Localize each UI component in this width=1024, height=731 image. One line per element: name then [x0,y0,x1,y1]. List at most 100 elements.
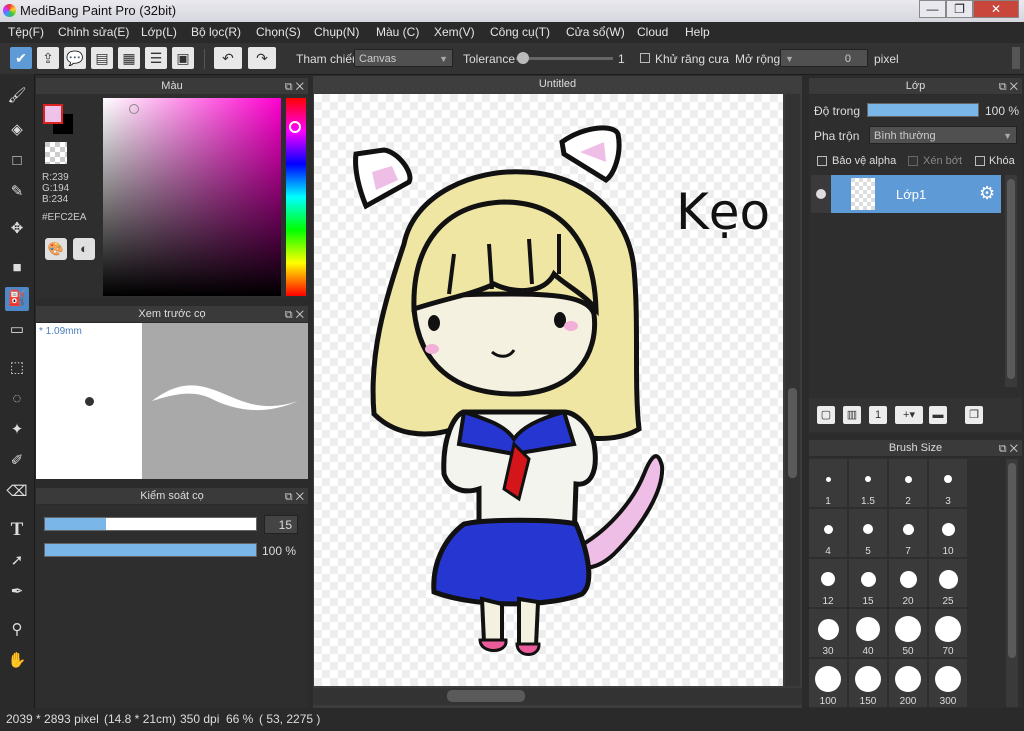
select-pen-tool-icon[interactable]: ✐ [5,449,29,473]
lock-checkbox[interactable] [975,156,985,166]
brush-size-preset[interactable]: 4 [809,509,847,557]
brush-size-preset[interactable]: 12 [809,559,847,607]
fill-rect-tool-icon[interactable]: ■ [5,256,29,280]
palette-add-icon[interactable]: ◐ [73,238,95,260]
menu-select[interactable]: Chọn(S) [256,25,301,39]
brush-size-scroll-thumb[interactable] [1008,463,1016,658]
eraser-tool-icon[interactable]: ◈ [5,118,29,142]
transparent-swatch[interactable] [45,142,67,164]
brush-size-preset[interactable]: 40 [849,609,887,657]
select-rect-tool-icon[interactable]: ⬚ [5,356,29,380]
brush-size-preset[interactable]: 7 [889,509,927,557]
layer-list-scrollbar[interactable] [1005,175,1017,387]
menu-help[interactable]: Help [685,25,710,39]
dot-brush-tool-icon[interactable]: ✎ [5,180,29,204]
text-tool-icon[interactable]: T [5,518,29,542]
brush-size-preset[interactable]: 30 [809,609,847,657]
list-icon[interactable]: ☰ [145,47,167,69]
canvas-vertical-scrollbar[interactable] [785,94,800,686]
layer-opacity-slider[interactable] [867,103,979,117]
palette-icon[interactable]: 🎨 [45,238,67,260]
blend-mode-select[interactable]: Bình thường ▼ [869,126,1017,144]
menu-layer[interactable]: Lớp(L) [141,25,177,39]
new-halftone-layer-icon[interactable]: ▥ [843,406,861,424]
grid-icon[interactable]: ▣ [172,47,194,69]
panel-controls[interactable]: ⧉ ✕ [285,307,304,323]
redo-icon[interactable]: ↷ [248,47,276,69]
brush-size-preset[interactable]: 1 [809,459,847,507]
brush-size-preset[interactable]: 3 [929,459,967,507]
new-1bit-layer-icon[interactable]: 1 [869,406,887,424]
maximize-button[interactable]: ❐ [946,0,973,18]
new-layer-icon[interactable]: ▢ [817,406,835,424]
minimize-button[interactable]: — [919,0,946,18]
tolerance-slider-handle[interactable] [517,52,529,64]
canvas-horizontal-scrollbar[interactable] [313,688,802,705]
brush-size-preset[interactable]: 100 [809,659,847,707]
menu-cloud[interactable]: Cloud [637,25,668,39]
speech-bubble-icon[interactable]: 💬 [64,47,86,69]
brush-size-preset[interactable]: 70 [929,609,967,657]
canvas-hscroll-thumb[interactable] [447,690,525,702]
panel-controls[interactable]: ⧉ ✕ [285,79,304,95]
brush-size-preset[interactable]: 15 [849,559,887,607]
eyedropper-tool-icon[interactable]: ⚲ [5,618,29,642]
canvas-tab[interactable]: Untitled [313,76,802,93]
panel-controls[interactable]: ⧉ ✕ [999,441,1018,457]
menu-view[interactable]: Xem(V) [434,25,475,39]
hand-tool-icon[interactable]: ✋ [5,649,29,673]
antialias-checkbox[interactable] [640,53,650,63]
brush-size-preset[interactable]: 200 [889,659,927,707]
menu-capture[interactable]: Chụp(N) [314,25,359,39]
brush-size-slider[interactable] [44,517,257,531]
spin-down-icon[interactable]: ▼ [785,50,794,68]
brush-size-preset[interactable]: 150 [849,659,887,707]
tolerance-slider-track[interactable] [516,57,613,60]
brush-tool-icon[interactable]: 🖌 [5,84,29,108]
brush-mode-icon[interactable]: ✔ [10,47,32,69]
layer-visibility-icon[interactable] [816,189,826,199]
menu-file[interactable]: Tệp(F) [8,25,44,39]
menu-filter[interactable]: Bộ lọc(R) [191,25,241,39]
brush-size-scrollbar[interactable] [1006,459,1018,707]
foreground-color-swatch[interactable] [43,104,63,124]
share-icon[interactable]: ⇪ [37,47,59,69]
hue-slider-handle[interactable] [289,121,301,133]
saturation-value-picker[interactable] [103,98,281,296]
layer-settings-gear-icon[interactable]: ⚙ [979,183,995,204]
panel-controls[interactable]: ⧉ ✕ [285,489,304,505]
page-icon[interactable]: ▦ [118,47,140,69]
shape-tool-icon[interactable]: □ [5,149,29,173]
layer-item-selected[interactable]: Lớp1 ⚙ [831,175,1001,213]
close-button[interactable]: ✕ [973,0,1019,18]
brush-size-preset[interactable]: 1.5 [849,459,887,507]
undo-icon[interactable]: ↶ [214,47,242,69]
bucket-tool-icon[interactable]: ⛽ [5,287,29,311]
brush-size-preset[interactable]: 20 [889,559,927,607]
layer-row[interactable]: Lớp1 ⚙ [811,175,1001,213]
brush-size-preset[interactable]: 50 [889,609,927,657]
menu-window[interactable]: Cửa sổ(W) [566,25,625,39]
brush-size-field[interactable]: 15 [264,515,298,534]
clipping-checkbox[interactable] [908,156,918,166]
canvas-vscroll-thumb[interactable] [788,388,797,478]
comment-icon[interactable]: ▤ [91,47,113,69]
magic-wand-tool-icon[interactable]: ✦ [5,418,29,442]
brush-size-preset[interactable]: 2 [889,459,927,507]
brush-size-preset[interactable]: 300 [929,659,967,707]
reference-select[interactable]: Canvas ▼ [354,49,453,67]
menu-color[interactable]: Màu (C) [376,25,419,39]
brush-size-preset[interactable]: 10 [929,509,967,557]
protect-alpha-checkbox[interactable] [817,156,827,166]
select-eraser-tool-icon[interactable]: ⌫ [5,480,29,504]
panel-controls[interactable]: ⧉ ✕ [999,79,1018,95]
brush-opacity-slider[interactable] [44,543,257,557]
sv-picker-cursor[interactable] [129,104,139,114]
add-layer-dropdown-icon[interactable]: +▾ [895,406,923,424]
drawing-canvas[interactable]: Kẹo [314,94,783,686]
brush-size-preset[interactable]: 25 [929,559,967,607]
duplicate-layer-icon[interactable]: ❐ [965,406,983,424]
menu-edit[interactable]: Chỉnh sửa(E) [58,25,129,39]
folder-icon[interactable]: ▬ [929,406,947,424]
expand-spinbox[interactable]: ▼ 0 [780,49,868,67]
